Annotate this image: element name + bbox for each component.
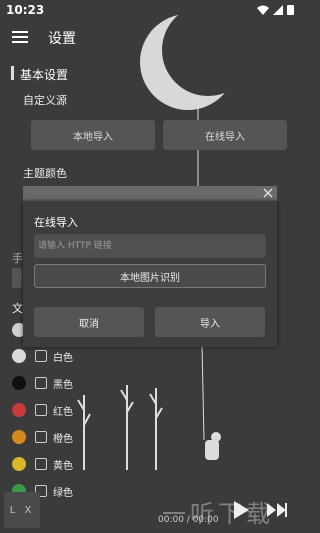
theme-label: 主题颜色 bbox=[23, 167, 67, 180]
next-icon[interactable] bbox=[266, 502, 288, 518]
color-name: 红色 bbox=[53, 406, 73, 418]
checkbox[interactable] bbox=[35, 404, 47, 416]
theme-color-row[interactable]: 橙色 bbox=[12, 427, 73, 447]
app-header: 设置 bbox=[0, 22, 300, 54]
color-name: 黑色 bbox=[53, 379, 73, 391]
section-marker bbox=[11, 66, 14, 80]
online-import-dialog: 在线导入 本地图片识别 取消 导入 bbox=[23, 201, 277, 347]
color-dot bbox=[12, 376, 26, 390]
dialog-title: 在线导入 bbox=[34, 216, 78, 229]
signal-icon bbox=[273, 4, 283, 15]
trees-icon bbox=[77, 385, 163, 470]
wifi-icon bbox=[257, 5, 269, 15]
close-icon[interactable] bbox=[263, 188, 273, 198]
confirm-import-button[interactable]: 导入 bbox=[155, 307, 265, 337]
checkbox[interactable] bbox=[35, 431, 47, 443]
checkbox[interactable] bbox=[35, 350, 47, 362]
menu-icon[interactable] bbox=[12, 30, 28, 44]
online-import-button[interactable]: 在线导入 bbox=[163, 120, 287, 150]
astronaut-icon bbox=[205, 432, 221, 460]
dialog-titlebar bbox=[23, 186, 277, 201]
color-dot bbox=[12, 403, 26, 417]
partial-input[interactable] bbox=[12, 268, 22, 288]
theme-color-row[interactable]: 黄色 bbox=[12, 454, 73, 474]
image-recognize-button[interactable]: 本地图片识别 bbox=[34, 264, 266, 288]
checkbox[interactable] bbox=[35, 377, 47, 389]
app-root: 10:23 设置 基本设置 自定义源 本地导入 在线导入 主题颜色 手 文 白色… bbox=[0, 0, 300, 533]
color-name: 白色 bbox=[53, 352, 73, 364]
player-logo[interactable]: L X bbox=[4, 492, 40, 528]
side-text-a: 手 bbox=[12, 252, 23, 265]
play-icon[interactable] bbox=[232, 500, 250, 520]
page-title: 设置 bbox=[48, 31, 76, 47]
theme-color-row[interactable]: 红色 bbox=[12, 400, 73, 420]
cancel-button[interactable]: 取消 bbox=[34, 307, 144, 337]
side-text-b: 文 bbox=[12, 302, 23, 315]
url-input[interactable] bbox=[34, 234, 266, 258]
color-dot bbox=[12, 430, 26, 444]
color-name: 黄色 bbox=[53, 460, 73, 472]
source-label: 自定义源 bbox=[23, 94, 67, 107]
theme-color-row[interactable]: 白色 bbox=[12, 346, 73, 366]
color-dot bbox=[12, 349, 26, 363]
color-dot bbox=[12, 457, 26, 471]
checkbox[interactable] bbox=[35, 458, 47, 470]
section-title: 基本设置 bbox=[20, 68, 69, 82]
theme-color-row[interactable]: 黑色 bbox=[12, 373, 73, 393]
status-time: 10:23 bbox=[6, 3, 45, 17]
battery-icon bbox=[287, 5, 294, 15]
color-name: 橙色 bbox=[53, 433, 73, 445]
playback-time: 00:00 / 00:00 bbox=[158, 515, 219, 525]
player-bar: L X 一听下载 00:00 / 00:00 bbox=[0, 488, 300, 533]
local-import-button[interactable]: 本地导入 bbox=[31, 120, 155, 150]
status-bar: 10:23 bbox=[0, 0, 300, 22]
